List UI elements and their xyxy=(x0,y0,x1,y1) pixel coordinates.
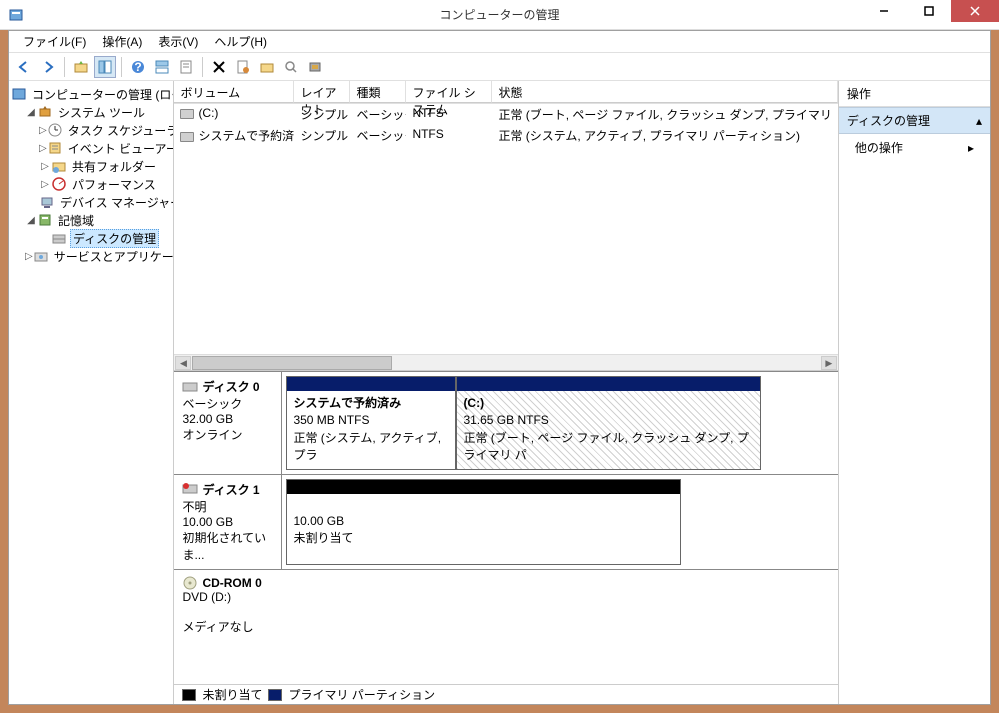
drive-icon xyxy=(180,109,194,119)
actions-more[interactable]: 他の操作 ▸ xyxy=(839,134,990,161)
folder-icon[interactable] xyxy=(256,56,278,78)
disk-info: CD-ROM 0 DVD (D:) メディアなし xyxy=(174,570,282,641)
window-title: コンピューターの管理 xyxy=(439,6,559,23)
svg-text:?: ? xyxy=(134,60,141,74)
partition-stripe xyxy=(287,480,680,494)
disk-icon xyxy=(182,380,198,394)
disk-info: ディスク 1 不明 10.00 GB 初期化されていま... xyxy=(174,475,282,569)
disk-info: ディスク 0 ベーシック 32.00 GB オンライン xyxy=(174,372,282,474)
forward-button[interactable] xyxy=(37,56,59,78)
toolbar: ? xyxy=(9,53,990,81)
drive-icon xyxy=(180,132,194,142)
col-volume[interactable]: ボリューム xyxy=(174,81,294,103)
expand-icon[interactable]: ▷ xyxy=(25,251,33,262)
properties-icon[interactable] xyxy=(232,56,254,78)
disk-row[interactable]: CD-ROM 0 DVD (D:) メディアなし xyxy=(174,570,837,641)
scroll-left-icon[interactable]: ◀ xyxy=(175,356,191,370)
tree-disk-management[interactable]: ディスクの管理 xyxy=(11,229,171,247)
delete-icon[interactable] xyxy=(208,56,230,78)
partition[interactable]: (C:) 31.65 GB NTFS 正常 (ブート, ページ ファイル, クラ… xyxy=(456,376,761,470)
zoom-icon[interactable] xyxy=(280,56,302,78)
split-button[interactable] xyxy=(151,56,173,78)
actions-header: 操作 xyxy=(839,81,990,107)
settings-icon[interactable] xyxy=(304,56,326,78)
tree-system-tools[interactable]: ◢ システム ツール xyxy=(11,103,171,121)
collapse-arrow-icon: ▴ xyxy=(976,114,982,128)
app-icon xyxy=(8,7,24,23)
legend: 未割り当て プライマリ パーティション xyxy=(174,684,837,704)
menu-action[interactable]: 操作(A) xyxy=(94,30,150,53)
tree-event-viewer[interactable]: ▷ イベント ビューアー xyxy=(11,139,171,157)
tree-performance[interactable]: ▷ パフォーマンス xyxy=(11,175,171,193)
expand-icon[interactable]: ▷ xyxy=(39,161,51,172)
horizontal-scrollbar[interactable]: ◀ ▶ xyxy=(174,354,837,370)
expand-icon[interactable]: ▷ xyxy=(39,125,47,136)
tree-root[interactable]: コンピューターの管理 (ローカル) xyxy=(11,85,171,103)
menu-file[interactable]: ファイル(F) xyxy=(15,30,94,53)
legend-swatch-primary xyxy=(268,689,282,701)
scroll-thumb[interactable] xyxy=(192,356,392,370)
submenu-arrow-icon: ▸ xyxy=(968,141,974,155)
actions-pane: 操作 ディスクの管理 ▴ 他の操作 ▸ xyxy=(838,81,990,704)
show-hide-tree-button[interactable] xyxy=(94,56,116,78)
volume-row[interactable]: (C:) シンプル ベーシック NTFS 正常 (ブート, ページ ファイル, … xyxy=(174,104,837,125)
col-filesystem[interactable]: ファイル システム xyxy=(406,81,492,103)
col-status[interactable]: 状態 xyxy=(492,81,837,103)
col-type[interactable]: 種類 xyxy=(350,81,406,103)
up-button[interactable] xyxy=(70,56,92,78)
partition-stripe xyxy=(457,377,760,391)
navigation-tree[interactable]: コンピューターの管理 (ローカル) ◢ システム ツール ▷ タスク スケジュー… xyxy=(9,81,174,704)
partition[interactable]: システムで予約済み 350 MB NTFS 正常 (システム, アクティブ, プ… xyxy=(286,376,456,470)
volume-list[interactable]: ボリューム レイアウト 種類 ファイル システム 状態 (C:) シンプル ベー… xyxy=(174,81,837,371)
tree-services-apps[interactable]: ▷ サービスとアプリケーション xyxy=(11,247,171,265)
scroll-right-icon[interactable]: ▶ xyxy=(821,356,837,370)
actions-group-header[interactable]: ディスクの管理 ▴ xyxy=(839,107,990,134)
col-layout[interactable]: レイアウト xyxy=(294,81,350,103)
disk-row[interactable]: ディスク 0 ベーシック 32.00 GB オンライン システムで予約済み 35… xyxy=(174,372,837,475)
help-button[interactable]: ? xyxy=(127,56,149,78)
cdrom-icon xyxy=(182,576,198,590)
volume-row[interactable]: システムで予約済み シンプル ベーシック NTFS 正常 (システム, アクティ… xyxy=(174,125,837,146)
refresh-button[interactable] xyxy=(175,56,197,78)
expand-icon[interactable]: ▷ xyxy=(39,179,51,190)
partition-stripe xyxy=(287,377,455,391)
disk-graphical-view[interactable]: ディスク 0 ベーシック 32.00 GB オンライン システムで予約済み 35… xyxy=(174,371,837,684)
expand-icon[interactable]: ▷ xyxy=(39,143,47,154)
menu-help[interactable]: ヘルプ(H) xyxy=(206,30,275,53)
disk-row[interactable]: ディスク 1 不明 10.00 GB 初期化されていま... 10.00 GB xyxy=(174,475,837,570)
titlebar: コンピューターの管理 xyxy=(0,0,999,30)
menubar: ファイル(F) 操作(A) 表示(V) ヘルプ(H) xyxy=(9,31,990,53)
disk-unknown-icon xyxy=(182,482,198,496)
maximize-button[interactable] xyxy=(906,0,951,22)
collapse-icon[interactable]: ◢ xyxy=(25,215,37,226)
back-button[interactable] xyxy=(13,56,35,78)
tree-task-scheduler[interactable]: ▷ タスク スケジューラ xyxy=(11,121,171,139)
menu-view[interactable]: 表示(V) xyxy=(150,30,206,53)
tree-shared-folders[interactable]: ▷ 共有フォルダー xyxy=(11,157,171,175)
tree-device-manager[interactable]: デバイス マネージャー xyxy=(11,193,171,211)
collapse-icon[interactable]: ◢ xyxy=(25,107,37,118)
partition[interactable]: 10.00 GB 未割り当て xyxy=(286,479,681,565)
minimize-button[interactable] xyxy=(861,0,906,22)
tree-storage[interactable]: ◢ 記憶域 xyxy=(11,211,171,229)
legend-swatch-unallocated xyxy=(182,689,196,701)
close-button[interactable] xyxy=(951,0,999,22)
